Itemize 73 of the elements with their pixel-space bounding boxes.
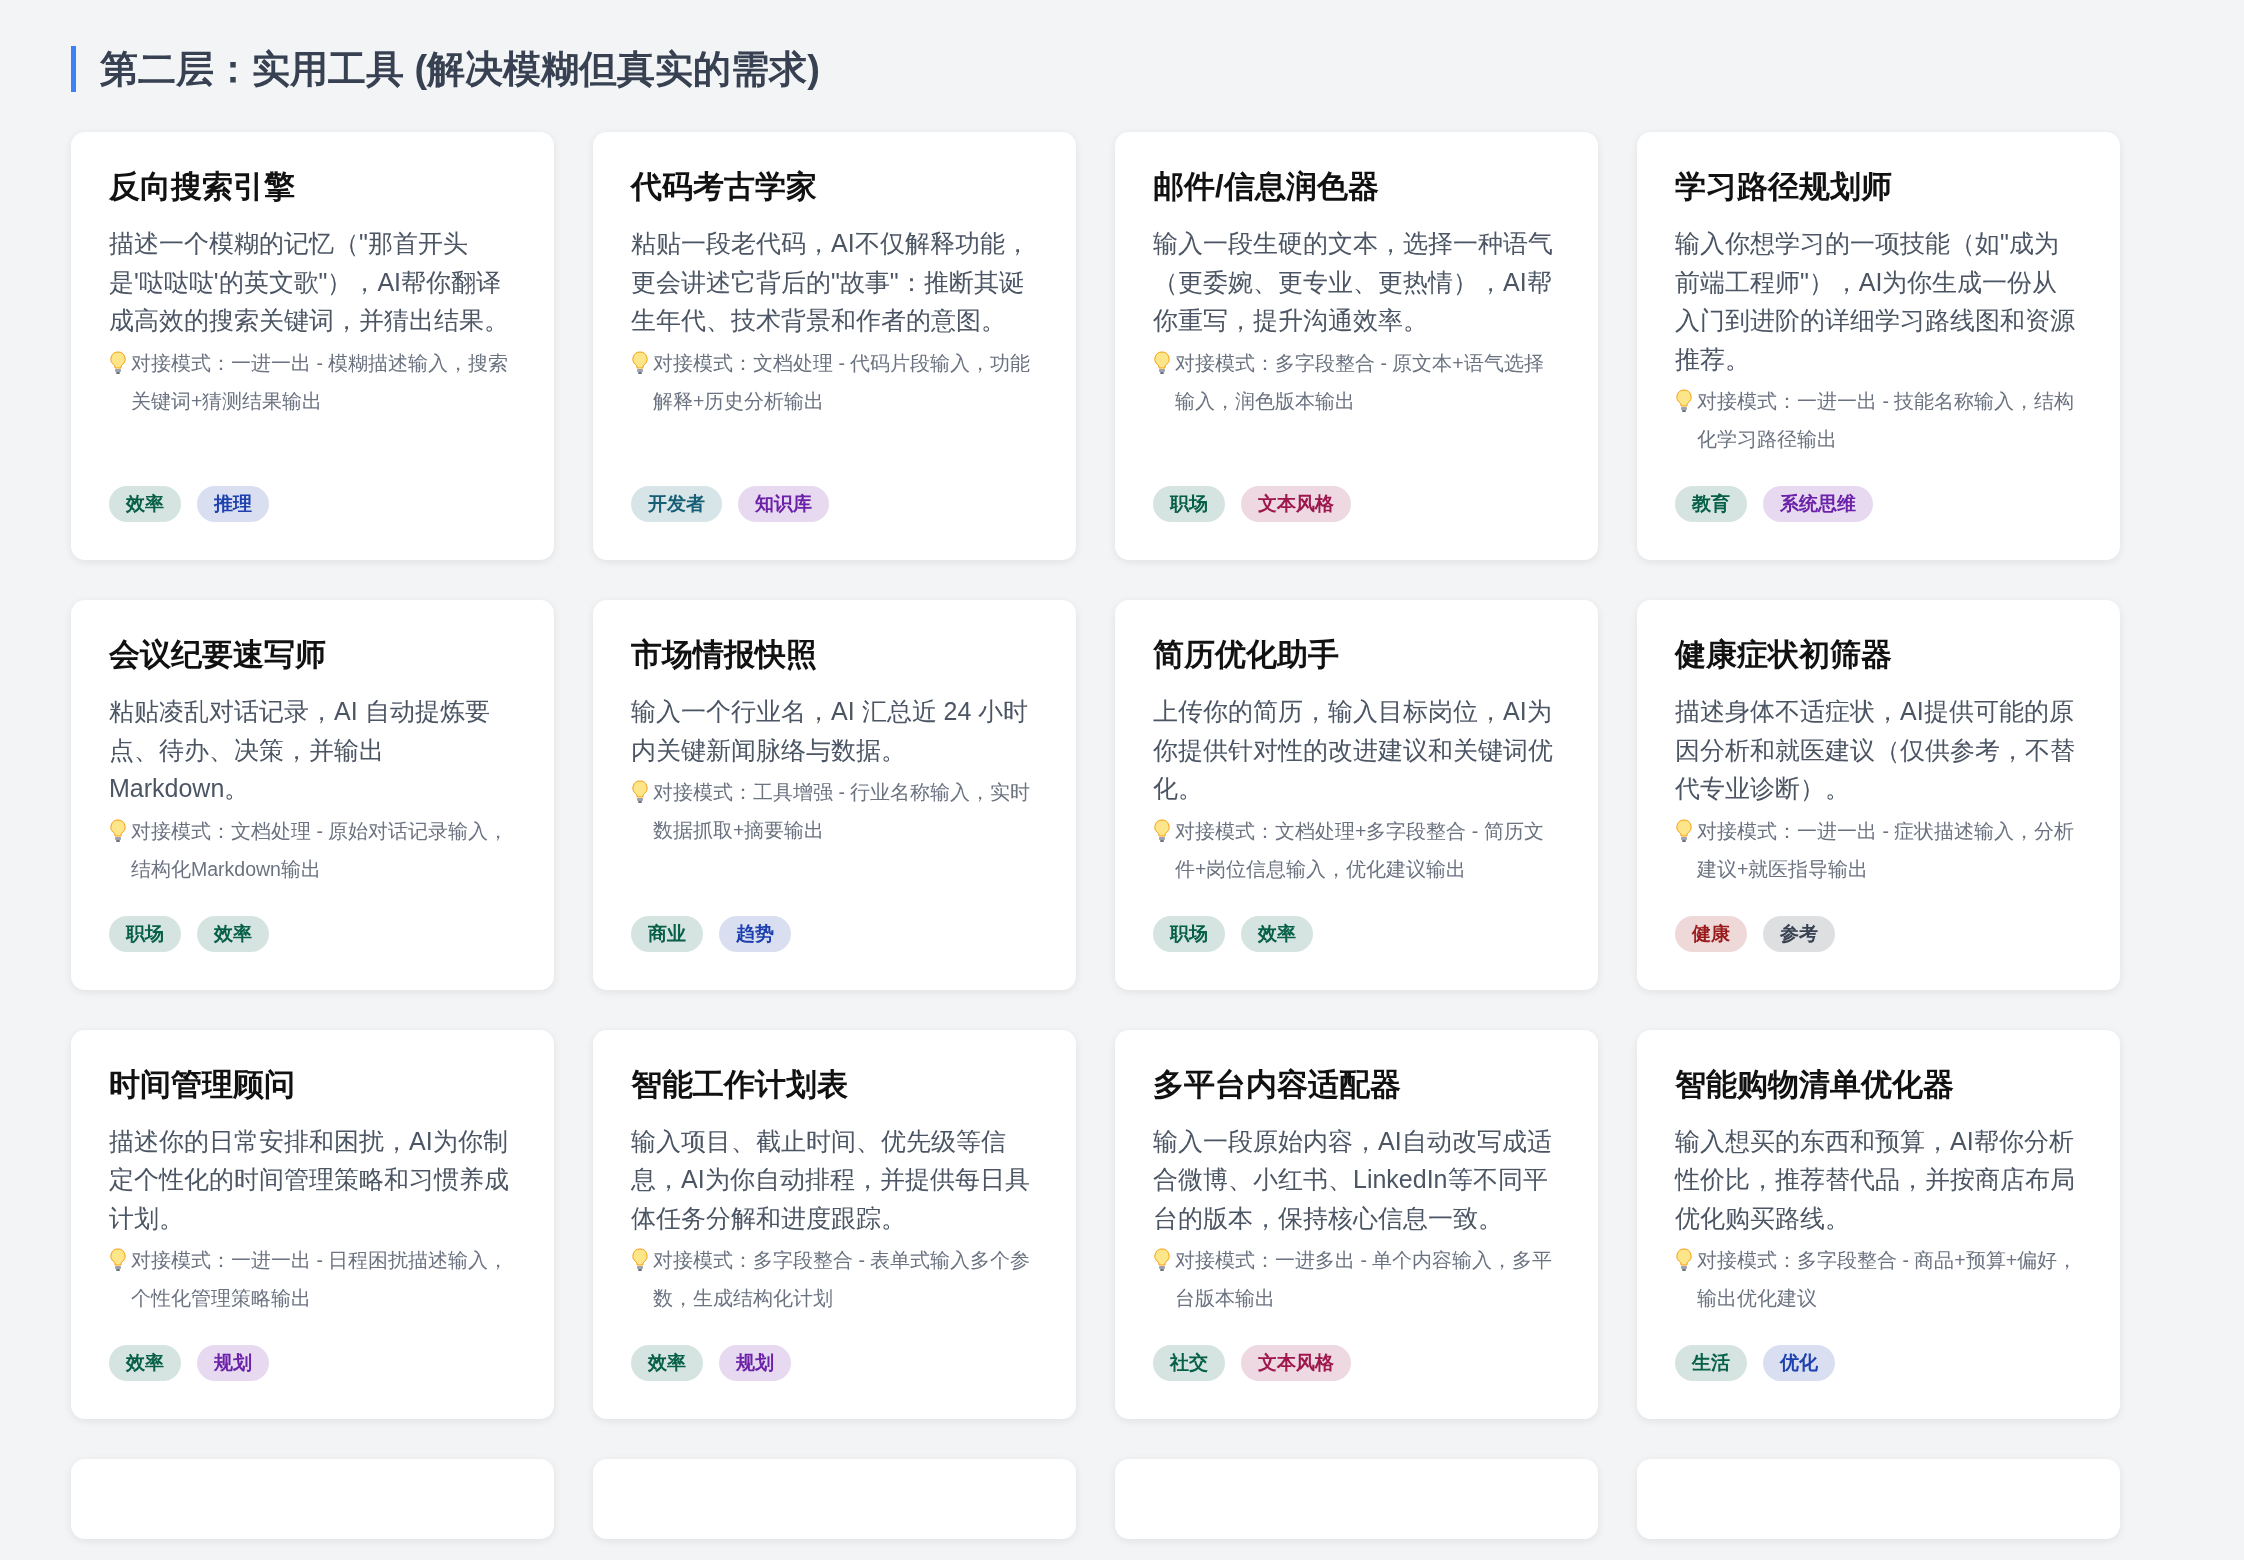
card-description: 输入项目、截止时间、优先级等信息，AI为你自动排程，并提供每日具体任务分解和进度跟踪。 [631,1125,1031,1234]
card-title: 代码考古学家 [631,168,818,206]
tag: 参考 [1763,915,1835,952]
tag: 社交 [1153,1345,1225,1381]
integration-note: 对接模式：一进一出 - 日程困扰描述输入，个性化管理策略输出 [131,1248,510,1311]
lightbulb-icon [631,350,649,375]
card-description: 粘贴一段老代码，AI不仅解释功能，更会讲述它背后的"故事"：推断其诞生年代、技术背景和作者的意图。 [631,228,1031,336]
tag: 效率 [1241,915,1313,952]
integration-note: 对接模式：多字段整合 - 表单式输入多个参数，生成结构化计划 [653,1248,1032,1311]
card-description: 粘贴凌乱对话记录，AI 自动提炼要点、待办、决策，并输出 Markdown。 [109,696,491,804]
lightbulb-icon [1153,818,1171,843]
card-title: 会议纪要速写师 [109,636,327,674]
tag: 职场 [1153,486,1225,522]
lightbulb-icon [631,780,649,804]
lightbulb-icon [1675,389,1693,413]
card-title: 智能工作计划表 [631,1065,849,1104]
lightbulb-icon [1153,1248,1171,1272]
tag: 效率 [197,915,269,952]
tag: 趋势 [719,915,791,952]
card-title: 反向搜索引擎 [109,168,296,206]
lightbulb-icon [109,818,127,843]
tag: 商业 [631,915,703,952]
tag: 教育 [1675,486,1747,522]
integration-note: 对接模式：文档处理 - 代码片段输入，功能解释+历史分析输出 [653,350,1032,414]
card-title: 邮件/信息润色器 [1153,168,1380,206]
tag: 职场 [1153,915,1225,952]
integration-note: 对接模式：工具增强 - 行业名称输入，实时数据抓取+摘要输出 [653,780,1032,843]
card-description: 上传你的简历，输入目标岗位，AI为你提供针对性的改进建议和关键词优化。 [1153,696,1554,804]
card-title: 学习路径规划师 [1675,168,1893,206]
lightbulb-icon [1675,818,1693,843]
lightbulb-icon [109,350,127,375]
lightbulb-icon [109,1248,127,1272]
tag: 文本风格 [1241,486,1351,522]
tag: 效率 [631,1345,703,1381]
integration-note: 对接模式：一进一出 - 症状描述输入，分析建议+就医指导输出 [1697,818,2076,882]
tag: 开发者 [631,486,722,522]
integration-note: 对接模式：文档处理+多字段整合 - 简历文件+岗位信息输入，优化建议输出 [1175,818,1545,882]
card-title: 健康症状初筛器 [1675,636,1893,674]
card-title: 市场情报快照 [631,636,818,674]
tag: 效率 [109,486,181,522]
integration-note: 对接模式：多字段整合 - 原文本+语气选择输入，润色版本输出 [1175,350,1545,414]
card-description: 输入一个行业名，AI 汇总近 24 小时内关键新闻脉络与数据。 [631,696,1030,766]
tag: 规划 [197,1345,269,1381]
card-description: 输入想买的东西和预算，AI帮你分析性价比，推荐替代品，并按商店布局优化购买路线。 [1675,1125,2076,1234]
tag: 优化 [1763,1345,1835,1381]
integration-note: 对接模式：一进一出 - 技能名称输入，结构化学习路径输出 [1697,389,2076,452]
card-title: 简历优化助手 [1153,636,1340,674]
tag: 生活 [1675,1345,1747,1381]
tag: 推理 [197,486,269,522]
tag: 职场 [109,915,181,952]
lightbulb-icon [1675,1248,1693,1272]
tag: 健康 [1675,915,1747,952]
tag: 知识库 [738,486,829,522]
tag: 效率 [109,1345,181,1381]
card-description: 描述身体不适症状，AI提供可能的原因分析和就医建议（仅供参考，不替代专业诊断）。 [1675,696,2076,804]
lightbulb-icon [1153,350,1171,375]
integration-note: 对接模式：文档处理 - 原始对话记录输入，结构化Markdown输出 [131,818,510,882]
integration-note: 对接模式：一进一出 - 模糊描述输入，搜索关键词+猜测结果输出 [131,350,510,414]
card-title: 智能购物清单优化器 [1675,1065,1955,1104]
card-description: 输入一段生硬的文本，选择一种语气（更委婉、更专业、更热情），AI帮你重写，提升沟通效率。 [1153,228,1554,336]
card-description: 描述你的日常安排和困扰，AI为你制定个性化的时间管理策略和习惯养成计划。 [109,1125,510,1234]
card-description: 描述一个模糊的记忆（"那首开头是'哒哒哒'的英文歌"），AI帮你翻译成高效的搜索关键词，并猜出结果。 [109,228,510,336]
card-title: 时间管理顾问 [109,1065,296,1104]
section-title: 第二层：实用工具 (解决模糊但真实的需求) [71,46,820,92]
card-title: 多平台内容适配器 [1153,1065,1402,1104]
tag: 规划 [719,1345,791,1381]
integration-note: 对接模式：一进多出 - 单个内容输入，多平台版本输出 [1175,1248,1554,1311]
tag: 文本风格 [1241,1345,1351,1381]
card-description: 输入你想学习的一项技能（如"成为前端工程师"），AI为你生成一份从入门到进阶的详细学习路线图和资源推荐。 [1675,228,2076,375]
lightbulb-icon [631,1248,649,1272]
card-description: 输入一段原始内容，AI自动改写成适合微博、小红书、LinkedIn等不同平台的版本，保持核心信息一致。 [1153,1125,1553,1234]
tag: 系统思维 [1763,486,1873,522]
integration-note: 对接模式：多字段整合 - 商品+预算+偏好，输出优化建议 [1697,1248,2079,1311]
